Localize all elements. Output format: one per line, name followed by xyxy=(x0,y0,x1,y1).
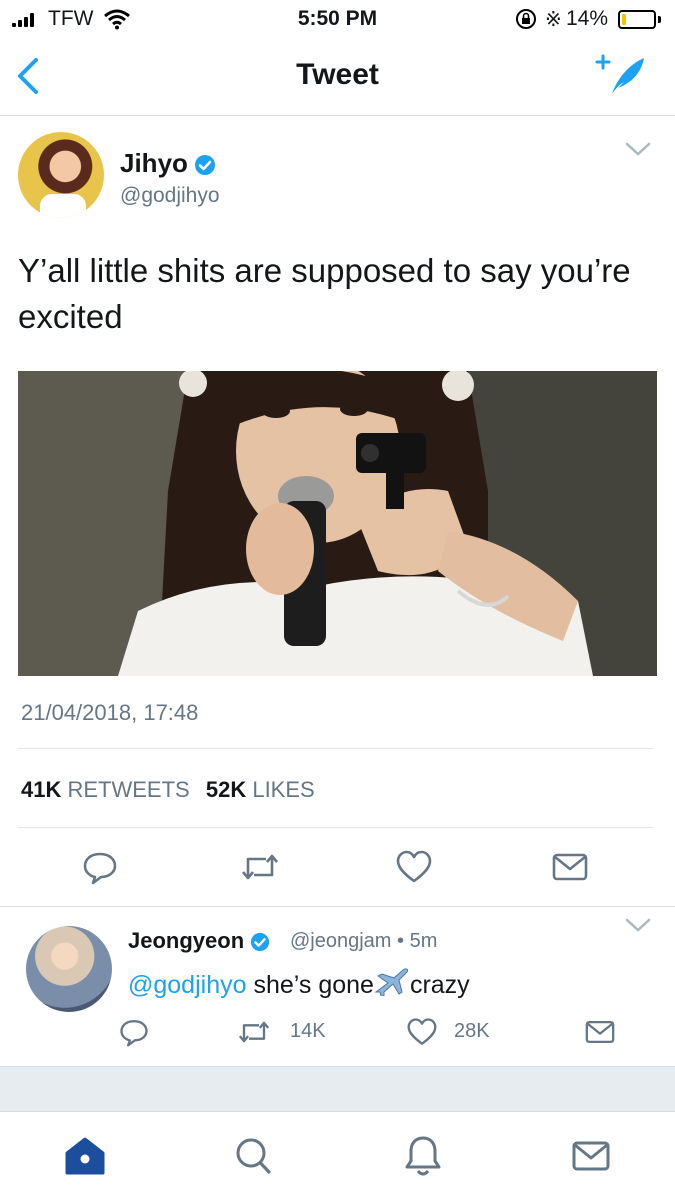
airplane-emoji-icon xyxy=(374,968,409,996)
reply-button[interactable] xyxy=(78,845,122,889)
reply-time: 5m xyxy=(409,930,438,952)
reply-like-button[interactable] xyxy=(400,1010,444,1054)
reply-retweet-button[interactable] xyxy=(232,1010,276,1054)
like-icon xyxy=(407,1018,437,1045)
reply-author-name-text: Jeongyeon xyxy=(128,928,245,953)
messages-icon xyxy=(572,1141,610,1171)
tweet-text: Y’all little shits are supposed to say y… xyxy=(18,252,631,335)
reply-author-avatar[interactable] xyxy=(26,926,112,1012)
mention-link[interactable]: @godjihyo xyxy=(128,971,247,999)
reply-share-button[interactable] xyxy=(578,1010,622,1054)
reply-icon xyxy=(83,852,117,885)
reply-author-name[interactable]: Jeongyeon xyxy=(128,928,270,954)
rotation-lock-icon xyxy=(516,9,536,29)
compose-button[interactable] xyxy=(594,52,650,100)
author-name-text: Jihyo xyxy=(120,148,188,178)
bluetooth-icon: ※ xyxy=(545,9,562,31)
retweets-count: 41K xyxy=(21,777,62,802)
timeline-gap xyxy=(0,1066,675,1112)
author-name[interactable]: Jihyo xyxy=(120,148,216,179)
home-icon xyxy=(65,1137,105,1175)
share-icon xyxy=(585,1020,615,1044)
status-bar: TFW 5:50 PM ※ 14% xyxy=(0,0,675,38)
battery-tip xyxy=(658,16,661,23)
retweets-stat[interactable]: 41K RETWEETS xyxy=(21,777,200,802)
like-button[interactable] xyxy=(392,845,436,889)
likes-label: LIKES xyxy=(252,777,315,802)
avatar-photo-detail xyxy=(40,194,86,218)
reply-retweet-count: 14K xyxy=(290,1020,326,1042)
reply-text-after: crazy xyxy=(409,971,470,999)
reply-author-handle[interactable]: @jeongjam xyxy=(290,930,391,952)
battery-level xyxy=(622,14,626,25)
share-icon xyxy=(552,853,588,881)
reply-icon xyxy=(120,1020,148,1047)
tweet-timestamp: 21/04/2018, 17:48 xyxy=(21,700,199,725)
chevron-down-icon[interactable] xyxy=(624,916,652,934)
author-avatar[interactable] xyxy=(18,132,104,218)
section-separator xyxy=(0,906,675,907)
likes-count: 52K xyxy=(205,777,247,802)
tab-home[interactable] xyxy=(60,1132,110,1180)
engagement-stats: 41K RETWEETS 52K LIKES xyxy=(21,777,315,803)
tweet-photo[interactable] xyxy=(18,371,657,676)
battery-percent: 14% xyxy=(566,7,609,30)
reply-text-before: she’s gone xyxy=(246,971,374,999)
chevron-down-icon[interactable] xyxy=(624,140,652,158)
retweets-label: RETWEETS xyxy=(67,777,190,802)
retweet-button[interactable] xyxy=(238,845,282,889)
reply-reply-button[interactable] xyxy=(112,1010,156,1054)
battery-icon xyxy=(618,10,656,29)
tab-bar xyxy=(0,1112,675,1200)
tab-search[interactable] xyxy=(228,1132,278,1180)
divider xyxy=(18,748,653,749)
compose-feather-icon xyxy=(595,54,644,94)
nav-bar: Tweet xyxy=(0,38,675,116)
author-handle[interactable]: @godjihyo xyxy=(120,184,220,208)
share-button[interactable] xyxy=(548,845,592,889)
verified-badge-icon xyxy=(251,933,270,952)
reply-meta: @jeongjam • 5m xyxy=(290,930,437,953)
search-icon xyxy=(236,1138,271,1174)
reply-like-count: 28K xyxy=(454,1020,490,1042)
retweet-icon xyxy=(238,1021,270,1043)
verified-badge-icon xyxy=(194,155,215,176)
notifications-icon xyxy=(405,1136,441,1176)
meta-separator: • xyxy=(397,930,405,952)
tab-notifications[interactable] xyxy=(398,1132,448,1180)
like-icon xyxy=(396,850,432,883)
photo-content xyxy=(18,371,657,676)
likes-stat[interactable]: 52K LIKES xyxy=(206,777,315,802)
divider xyxy=(18,827,653,828)
page-title: Tweet xyxy=(296,58,379,91)
reply-text: @godjihyo she’s gone crazy xyxy=(128,966,470,1000)
retweet-icon xyxy=(242,854,278,880)
tab-messages[interactable] xyxy=(566,1132,616,1180)
